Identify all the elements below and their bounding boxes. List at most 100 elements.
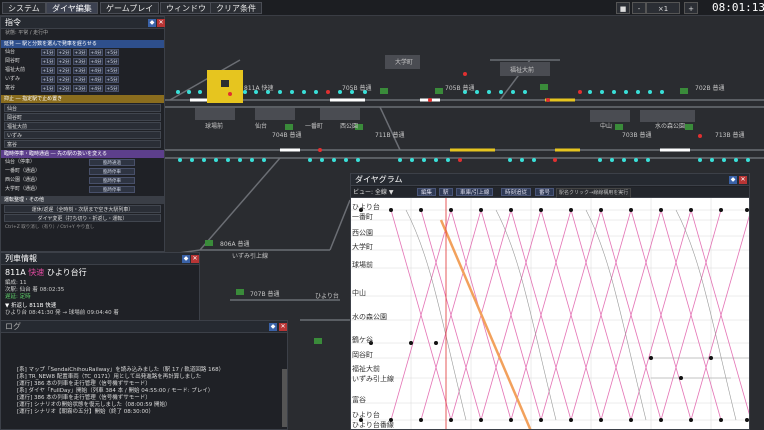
diagram-station-label[interactable]: 球場前	[352, 260, 373, 270]
delay-station-label: いずみ	[5, 76, 21, 82]
time-follow-button[interactable]: 時刻追従	[501, 188, 532, 196]
hold-station-button[interactable]: 福祉大前	[4, 122, 161, 130]
delay-3-button[interactable]: +3分	[73, 67, 87, 74]
special-toggle-button[interactable]: 臨時停車	[89, 186, 135, 193]
delay-4-button[interactable]: +4分	[89, 67, 103, 74]
diagram-panel: ダイヤグラム ◆ ✕ ビュー: 全線 ▼ 編集 駅 車庫/引上線 時刻追従 番号…	[350, 173, 750, 430]
return-train-times: ひより台 08:41:30 発 → 球場前 09:04:40 着	[5, 310, 119, 316]
delay-2-button[interactable]: +2分	[57, 58, 71, 65]
delay-3-button[interactable]: +3分	[73, 76, 87, 83]
diagram-station-label[interactable]: ひより台	[352, 202, 380, 212]
hold-station-button[interactable]: 富谷	[4, 140, 161, 148]
delay-station-label: 福祉大前	[5, 67, 26, 73]
diagram-station-label[interactable]: 一番町	[352, 212, 373, 222]
delay-2-button[interactable]: +2分	[57, 76, 71, 83]
diagram-station-label[interactable]: 富谷	[352, 395, 366, 405]
command-panel: 指令 ◆ ✕ 状態: 平常 / 走行中 延発 ― 駅と分数を選んで発車を遅らせる…	[0, 16, 165, 252]
station-label-izumi: いずみ引上線	[232, 252, 268, 260]
delay-1-button[interactable]: +1分	[41, 76, 55, 83]
log-panel: ログ ◆ ✕ [系] マップ「SendaiChihouRailway」を読み込み…	[0, 320, 288, 430]
diagram-station-label[interactable]: 水の森公園	[352, 312, 387, 322]
special-toggle-button[interactable]: 臨時通過	[89, 159, 135, 166]
close-icon[interactable]: ✕	[739, 176, 747, 184]
train-info-panel: 列車情報 ◆ ✕ 811A 快速 ひより台行 編成: 11 次駅: 仙台 着 0…	[0, 252, 200, 328]
undo-hint: Ctrl+Z 取り消し（有り）/ Ctrl+Y やり直し	[5, 225, 95, 230]
special-toggle-button[interactable]: 臨時停車	[89, 177, 135, 184]
diagram-station-label[interactable]: いずみ引上線	[352, 374, 394, 384]
diagram-station-label[interactable]: 鶴ケ谷	[352, 335, 373, 345]
special-row: 大学町（通過） 臨時停車	[1, 185, 164, 194]
station-label-daigakumachi: 大学町	[395, 58, 413, 66]
panel-settings-icon[interactable]: ◆	[148, 19, 156, 27]
panel-settings-icon[interactable]: ◆	[269, 323, 277, 331]
delay-1-button[interactable]: +1分	[41, 49, 55, 56]
delay-3-button[interactable]: +3分	[73, 85, 87, 92]
log-line: [系] マップ「SendaiChihouRailway」を読み込みました（駅 1…	[17, 367, 225, 373]
diagram-change-button[interactable]: ダイヤ変更（打ち切り・折返し・運転）	[4, 214, 161, 222]
edit-button[interactable]: 編集	[417, 188, 437, 196]
game-clock: 08:01:13	[712, 1, 764, 14]
depot-button[interactable]: 車庫/引上線	[456, 188, 494, 196]
slower-button[interactable]: -	[632, 2, 646, 14]
delay-2-button[interactable]: +2分	[57, 85, 71, 92]
diagram-station-label[interactable]: 西公園	[352, 228, 373, 238]
diagram-station-label[interactable]: 福祉大前	[352, 364, 380, 374]
diagram-chart[interactable]: ひより台 一番町 西公園 大学町 球場前 中山 水の森公園 鶴ケ谷 岡谷町 福祉…	[351, 198, 749, 429]
diagram-station-label[interactable]: 岡谷町	[352, 350, 373, 360]
close-icon[interactable]: ✕	[157, 19, 165, 27]
close-icon[interactable]: ✕	[191, 255, 199, 263]
menu-window[interactable]: ウィンドウ	[160, 2, 212, 14]
diagram-station-label[interactable]: ひより台番線	[352, 420, 394, 429]
delay-4-button[interactable]: +4分	[89, 58, 103, 65]
delay-5-button[interactable]: +5分	[105, 67, 119, 74]
diagram-station-label[interactable]: 大学町	[352, 242, 373, 252]
delay-1-button[interactable]: +1分	[41, 58, 55, 65]
diagram-station-label[interactable]: 中山	[352, 288, 366, 298]
special-row: 一番町（通過） 臨時停車	[1, 167, 164, 176]
train-label-811A: 811A 快速	[244, 84, 273, 92]
train-label-713B: 713B 普通	[715, 131, 744, 139]
diagram-station-label[interactable]: ひより台	[352, 410, 380, 420]
view-selector[interactable]: ビュー: 全線 ▼	[353, 188, 393, 197]
speed-display: ×1	[646, 2, 680, 14]
menu-dia-edit[interactable]: ダイヤ編集	[46, 2, 98, 14]
delay-5-button[interactable]: +5分	[105, 49, 119, 56]
menu-clear-conditions[interactable]: クリア条件	[210, 2, 262, 14]
panel-settings-icon[interactable]: ◆	[729, 176, 737, 184]
hold-station-button[interactable]: 仙台	[4, 104, 161, 112]
special-toggle-button[interactable]: 臨時停車	[89, 168, 135, 175]
delay-2-button[interactable]: +2分	[57, 49, 71, 56]
train-lines-gray	[405, 209, 749, 421]
delay-3-button[interactable]: +3分	[73, 49, 87, 56]
delay-4-button[interactable]: +4分	[89, 76, 103, 83]
train-formation: 編成: 11	[5, 280, 27, 286]
delay-1-button[interactable]: +1分	[41, 67, 55, 74]
delay-4-button[interactable]: +4分	[89, 49, 103, 56]
station-button[interactable]: 駅	[439, 188, 453, 196]
delay-2-button[interactable]: +2分	[57, 67, 71, 74]
number-button[interactable]: 番号	[535, 188, 555, 196]
menu-system[interactable]: システム	[2, 2, 46, 14]
hold-station-button[interactable]: いずみ	[4, 131, 161, 139]
delay-3-button[interactable]: +3分	[73, 58, 87, 65]
hold-station-button[interactable]: 岡谷町	[4, 113, 161, 121]
log-scrollbar[interactable]	[282, 369, 287, 427]
delay-1-button[interactable]: +1分	[41, 85, 55, 92]
close-icon[interactable]: ✕	[279, 323, 287, 331]
log-title: ログ	[1, 321, 287, 333]
special-row-label: 大学町（通過）	[5, 186, 41, 192]
panel-settings-icon[interactable]: ◆	[182, 255, 190, 263]
delay-5-button[interactable]: +5分	[105, 76, 119, 83]
delay-5-button[interactable]: +5分	[105, 85, 119, 92]
faster-button[interactable]: +	[684, 2, 698, 14]
menu-gameplay[interactable]: ゲームプレイ	[100, 2, 160, 14]
train-kind: 快速	[28, 268, 45, 277]
delay-4-button[interactable]: +4分	[89, 85, 103, 92]
stop-icon[interactable]: ■	[616, 2, 630, 14]
stop-dots	[359, 208, 749, 422]
command-status: 状態: 平常 / 走行中	[5, 30, 49, 36]
delay-5-button[interactable]: +5分	[105, 58, 119, 65]
special-row-label: 仙台（停車）	[5, 159, 36, 165]
special-row-label: 一番町（通過）	[5, 168, 41, 174]
suspend-button[interactable]: 運休/返遅（全時刻・次駅まで空き大駅列車）	[4, 205, 161, 213]
